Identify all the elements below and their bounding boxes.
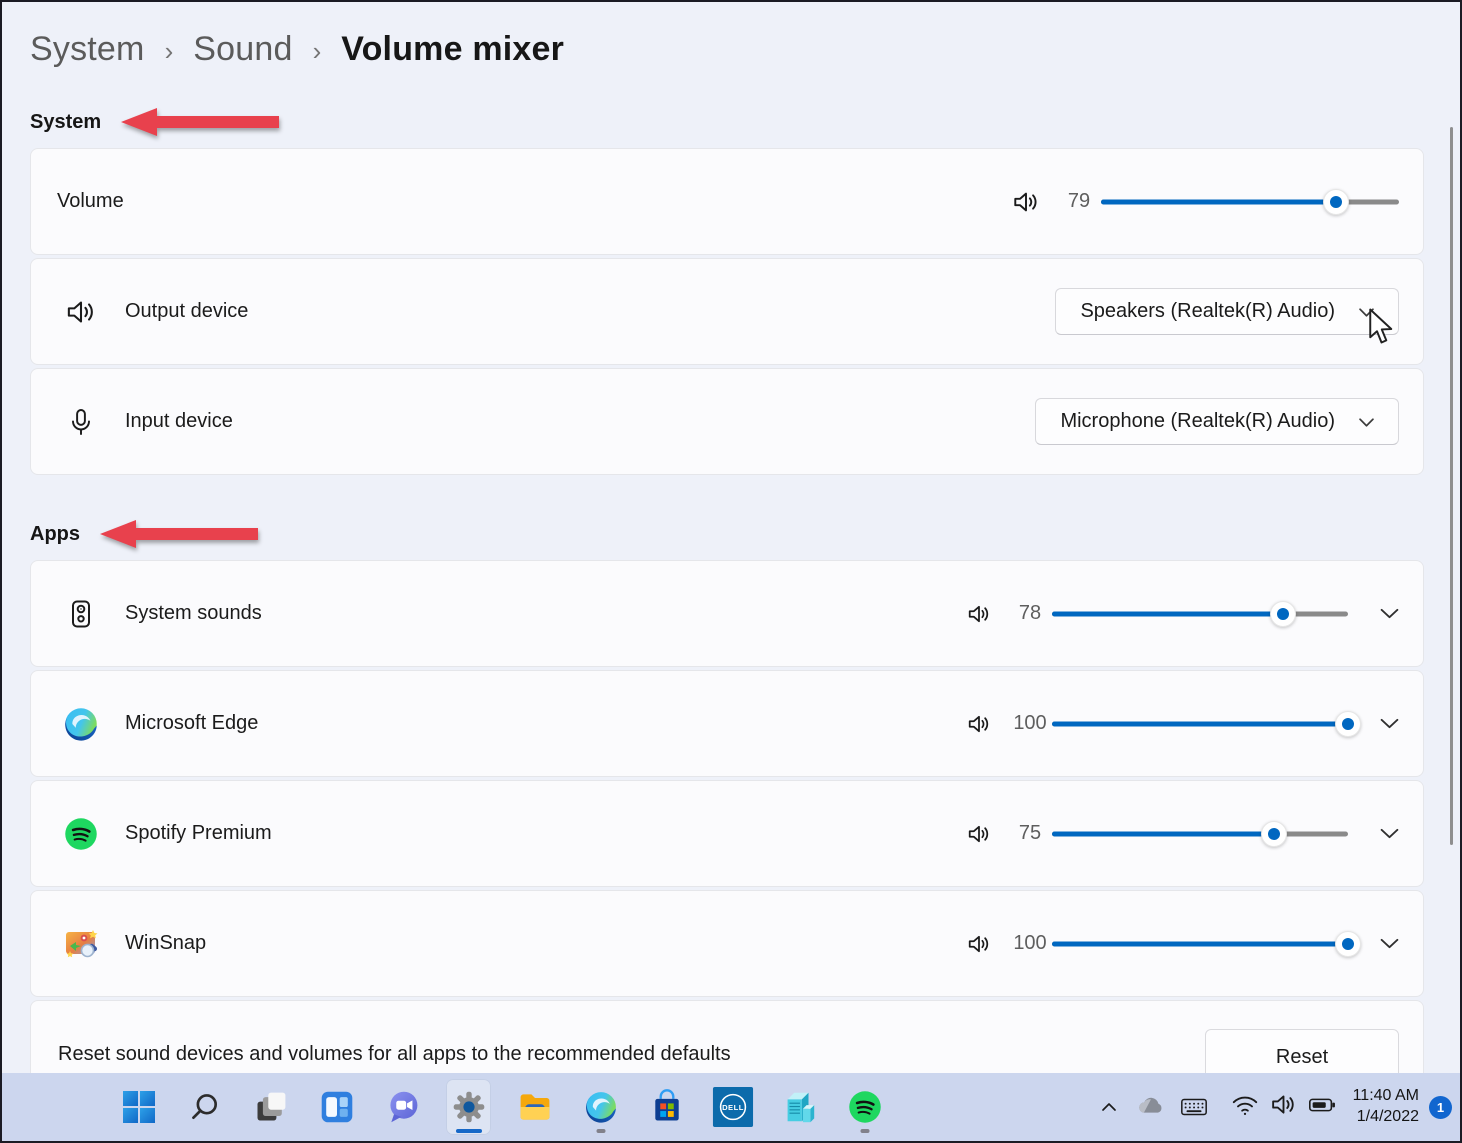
output-device-card: Output device Speakers (Realtek(R) Audio… [30, 258, 1424, 365]
speaker-icon [1011, 187, 1041, 217]
annotation-arrow-system [119, 105, 287, 139]
system-volume-slider[interactable] [1101, 187, 1399, 217]
app-name: Spotify Premium [125, 822, 272, 845]
output-device-label: Output device [125, 300, 248, 323]
breadcrumb-system[interactable]: System [30, 30, 145, 69]
onedrive-cloud-icon[interactable] [1128, 1085, 1172, 1129]
file-explorer-icon[interactable] [512, 1079, 557, 1135]
app-name: WinSnap [125, 932, 206, 955]
app-volume-value: 75 [1008, 822, 1052, 845]
winsnap-icon [63, 926, 99, 962]
system-section-header: System [30, 105, 1460, 139]
taskbar-clock[interactable]: 11:40 AM 1/4/2022 [1353, 1086, 1419, 1128]
reset-description: Reset sound devices and volumes for all … [58, 1043, 731, 1066]
settings-icon[interactable] [446, 1079, 491, 1135]
speaker-icon [966, 821, 992, 847]
volume-label: Volume [57, 190, 124, 213]
slider-thumb[interactable] [1323, 189, 1349, 215]
edge-icon[interactable] [578, 1079, 623, 1135]
expand-chevron-button[interactable] [1380, 938, 1399, 949]
speaker-icon [966, 711, 992, 737]
clock-date: 1/4/2022 [1353, 1107, 1419, 1128]
expand-chevron-button[interactable] [1380, 718, 1399, 729]
app-row-spotify: Spotify Premium 75 [30, 780, 1424, 887]
slider-thumb[interactable] [1335, 711, 1361, 737]
app-volume-value: 100 [1008, 712, 1052, 735]
output-device-selected: Speakers (Realtek(R) Audio) [1080, 300, 1335, 323]
input-device-label: Input device [125, 410, 233, 433]
svg-text:DELL: DELL [722, 1103, 744, 1112]
output-device-dropdown[interactable]: Speakers (Realtek(R) Audio) [1055, 288, 1399, 335]
volume-value: 79 [1057, 190, 1101, 213]
slider-thumb[interactable] [1335, 931, 1361, 957]
volume-icon[interactable] [1269, 1090, 1298, 1124]
mouse-cursor [1368, 308, 1395, 349]
input-device-selected: Microphone (Realtek(R) Audio) [1060, 410, 1335, 433]
system-sounds-icon [63, 597, 99, 631]
annotation-arrow-apps [98, 517, 266, 551]
app-row-microsoft-edge: Microsoft Edge 100 [30, 670, 1424, 777]
microsoft-store-icon[interactable] [644, 1079, 689, 1135]
widgets-icon[interactable] [314, 1079, 359, 1135]
settings-window: System › Sound › Volume mixer System Vol… [0, 0, 1462, 1143]
app-volume-slider[interactable] [1052, 929, 1348, 959]
apps-section-header: Apps [30, 517, 1460, 551]
vertical-scrollbar[interactable] [1450, 127, 1453, 845]
server-app-icon[interactable] [776, 1079, 821, 1135]
notification-badge[interactable]: 1 [1429, 1096, 1452, 1119]
spotify-icon[interactable] [842, 1079, 887, 1135]
battery-icon[interactable] [1307, 1090, 1337, 1125]
chevron-down-icon [1359, 410, 1374, 433]
speaker-icon [966, 931, 992, 957]
start-button[interactable] [116, 1079, 161, 1135]
wifi-icon[interactable] [1230, 1090, 1260, 1125]
apps-section-title: Apps [30, 523, 80, 546]
clock-time: 11:40 AM [1353, 1086, 1419, 1107]
dell-icon[interactable]: DELL [710, 1079, 755, 1135]
volume-card: Volume 79 [30, 148, 1424, 255]
slider-thumb[interactable] [1261, 821, 1287, 847]
app-volume-slider[interactable] [1052, 709, 1348, 739]
speaker-icon [63, 295, 99, 329]
app-volume-value: 100 [1008, 932, 1052, 955]
edge-icon [63, 706, 99, 742]
expand-chevron-button[interactable] [1380, 608, 1399, 619]
input-device-card: Input device Microphone (Realtek(R) Audi… [30, 368, 1424, 475]
app-volume-slider[interactable] [1052, 599, 1348, 629]
system-section-title: System [30, 111, 101, 134]
app-name: Microsoft Edge [125, 712, 258, 735]
slider-thumb[interactable] [1270, 601, 1296, 627]
app-row-winsnap: WinSnap 100 [30, 890, 1424, 997]
expand-chevron-button[interactable] [1380, 828, 1399, 839]
breadcrumb-separator: › [165, 32, 174, 67]
app-volume-value: 78 [1008, 602, 1052, 625]
input-device-dropdown[interactable]: Microphone (Realtek(R) Audio) [1035, 398, 1399, 445]
microphone-icon [63, 406, 99, 438]
chat-icon[interactable] [380, 1079, 425, 1135]
speaker-icon [966, 601, 992, 627]
breadcrumb-sound[interactable]: Sound [193, 30, 292, 69]
app-row-system-sounds: System sounds 78 [30, 560, 1424, 667]
page-title: Volume mixer [341, 30, 564, 69]
app-name: System sounds [125, 602, 262, 625]
touch-keyboard-icon[interactable] [1172, 1085, 1216, 1129]
breadcrumb: System › Sound › Volume mixer [30, 30, 1460, 69]
search-icon[interactable] [182, 1079, 227, 1135]
app-volume-slider[interactable] [1052, 819, 1348, 849]
spotify-icon [63, 816, 99, 852]
breadcrumb-separator: › [313, 32, 322, 67]
taskbar: DELL [2, 1073, 1460, 1141]
task-view-icon[interactable] [248, 1079, 293, 1135]
chevron-up-icon[interactable] [1090, 1085, 1128, 1129]
